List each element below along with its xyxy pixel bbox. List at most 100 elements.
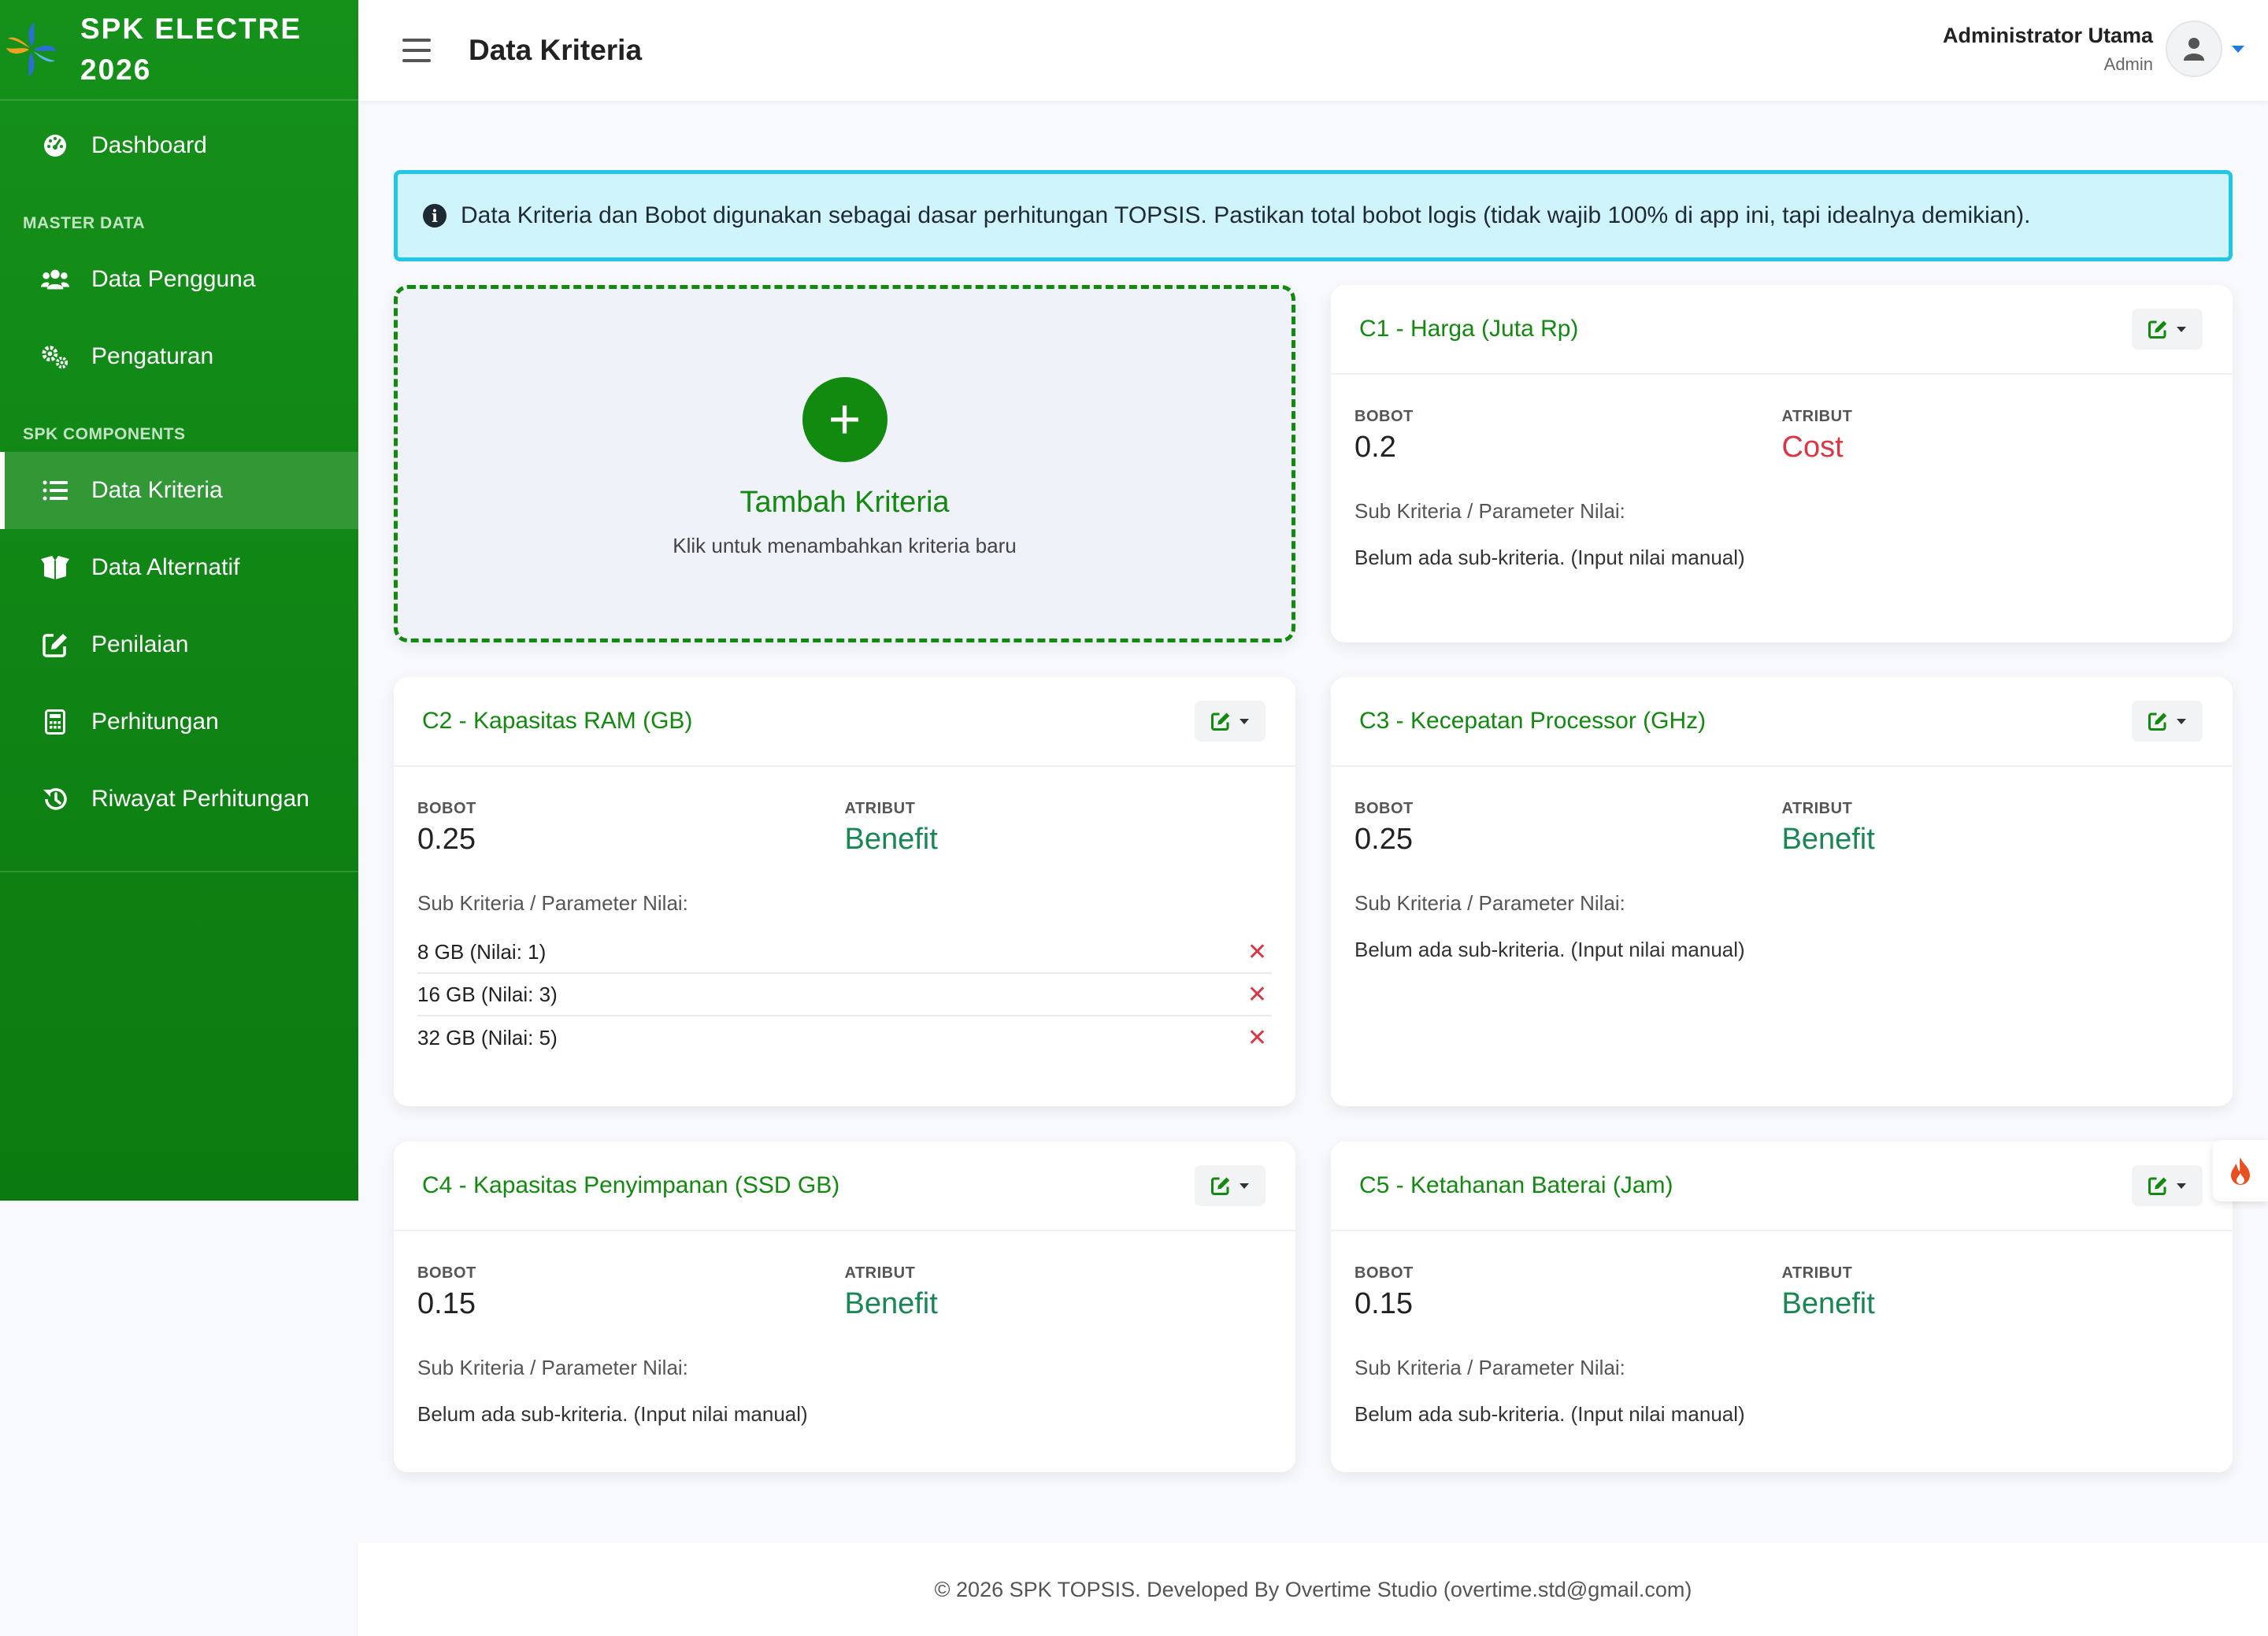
edit-icon: [1211, 1177, 1230, 1195]
history-icon: [41, 785, 69, 813]
atribut-value: Benefit: [1781, 1287, 1875, 1320]
sidebar-item-perhitungan[interactable]: Perhitungan: [0, 683, 358, 761]
bobot-label: BOBOT: [1354, 1264, 1414, 1282]
atribut-value: Cost: [1781, 431, 1844, 464]
sub-kriteria-list: 8 GB (Nilai: 1) ✕ 16 GB (Nilai: 3) ✕ 32 …: [417, 931, 1272, 1059]
sidebar-item-riwayat-perhitungan[interactable]: Riwayat Perhitungan: [0, 761, 358, 838]
list-item: 8 GB (Nilai: 1) ✕: [417, 931, 1272, 974]
kriteria-card-c5: C5 - Ketahanan Baterai (Jam) BOBOT 0.15 …: [1331, 1142, 2233, 1472]
sidebar-item-label: Data Pengguna: [91, 266, 256, 292]
gauge-icon: [41, 131, 69, 160]
sub-kriteria-label: Sub Kriteria / Parameter Nilai:: [1354, 499, 1625, 523]
sidebar-item-label: Riwayat Perhitungan: [91, 786, 309, 812]
edit-icon: [2148, 713, 2167, 731]
sub-kriteria-empty: Belum ada sub-kriteria. (Input nilai man…: [417, 1402, 808, 1426]
sidebar-item-label: Data Alternatif: [91, 554, 240, 580]
edit-dropdown-button[interactable]: [2132, 701, 2203, 742]
kriteria-title: C3 - Kecepatan Processor (GHz): [1359, 708, 1707, 734]
users-icon: [41, 265, 69, 294]
sub-kriteria-label: Sub Kriteria / Parameter Nilai:: [417, 891, 688, 915]
list-item: 32 GB (Nilai: 5) ✕: [417, 1016, 1272, 1059]
hamburger-menu-icon[interactable]: [402, 39, 431, 62]
atribut-value: Benefit: [844, 823, 938, 856]
fire-icon: [2231, 1157, 2250, 1185]
sub-kriteria-text: 16 GB (Nilai: 3): [417, 982, 558, 1006]
sub-kriteria-text: 8 GB (Nilai: 1): [417, 939, 547, 964]
delete-icon[interactable]: ✕: [1247, 1024, 1272, 1052]
atribut-label: ATRIBUT: [844, 800, 916, 817]
plus-icon: +: [802, 377, 888, 462]
footer: © 2026 SPK TOPSIS. Developed By Overtime…: [358, 1543, 2268, 1636]
sub-kriteria-label: Sub Kriteria / Parameter Nilai:: [1354, 1356, 1625, 1379]
brand-name: SPK ELECTRE: [80, 13, 302, 45]
sidebar-item-label: Penilaian: [91, 631, 189, 657]
brand[interactable]: SPK ELECTRE 2026: [0, 0, 358, 101]
bobot-value: 0.25: [417, 823, 476, 856]
sidebar-item-data-pengguna[interactable]: Data Pengguna: [0, 241, 358, 318]
edit-dropdown-button[interactable]: [1195, 1165, 1266, 1206]
page-title: Data Kriteria: [469, 34, 643, 66]
edit-icon: [2148, 320, 2167, 339]
debug-toolbar-tab[interactable]: [2213, 1140, 2268, 1201]
alert-text: Data Kriteria dan Bobot digunakan sebaga…: [461, 202, 2031, 228]
chevron-down-icon: [2177, 1183, 2186, 1189]
atribut-label: ATRIBUT: [1781, 1264, 1853, 1282]
section-heading-master: MASTER DATA: [23, 214, 146, 232]
bobot-label: BOBOT: [1354, 800, 1414, 817]
chevron-down-icon: [2177, 718, 2186, 724]
atribut-value: Benefit: [844, 1287, 938, 1320]
user-icon: [2184, 38, 2204, 61]
atribut-label: ATRIBUT: [1781, 408, 1853, 425]
sidebar-item-data-alternatif[interactable]: Data Alternatif: [0, 529, 358, 606]
kriteria-title: C5 - Ketahanan Baterai (Jam): [1359, 1172, 1673, 1198]
edit-dropdown-button[interactable]: [2132, 1165, 2203, 1206]
bobot-label: BOBOT: [417, 1264, 476, 1282]
user-name: Administrator Utama: [1942, 23, 2153, 47]
chevron-down-icon: [1240, 1183, 1249, 1189]
sidebar-item-data-kriteria[interactable]: Data Kriteria: [0, 452, 358, 529]
edit-dropdown-button[interactable]: [2132, 309, 2203, 350]
footer-text: © 2026 SPK TOPSIS. Developed By Overtime…: [934, 1577, 1692, 1601]
kriteria-title: C4 - Kapasitas Penyimpanan (SSD GB): [422, 1172, 840, 1198]
user-menu[interactable]: Administrator Utama Admin: [1943, 20, 2244, 77]
sidebar-item-penilaian[interactable]: Penilaian: [0, 606, 358, 683]
add-kriteria-title: Tambah Kriteria: [739, 486, 950, 519]
chevron-down-icon: [1240, 718, 1249, 724]
sub-kriteria-empty: Belum ada sub-kriteria. (Input nilai man…: [1354, 1402, 1745, 1426]
sidebar-divider: [0, 871, 358, 872]
sub-kriteria-label: Sub Kriteria / Parameter Nilai:: [417, 1356, 688, 1379]
bobot-label: BOBOT: [417, 800, 476, 817]
delete-icon[interactable]: ✕: [1247, 981, 1272, 1009]
atribut-value: Benefit: [1781, 823, 1875, 856]
list-icon: [41, 476, 69, 505]
sub-kriteria-text: 32 GB (Nilai: 5): [417, 1025, 558, 1049]
sidebar: SPK ELECTRE 2026 Dashboard MASTER DATA D…: [0, 0, 358, 1201]
add-kriteria-subtitle: Klik untuk menambahkan kriteria baru: [673, 534, 1017, 557]
edit-icon: [1211, 713, 1230, 731]
chevron-down-icon[interactable]: [2232, 45, 2244, 53]
edit-dropdown-button[interactable]: [1195, 701, 1266, 742]
sidebar-item-dashboard[interactable]: Dashboard: [0, 107, 358, 184]
bobot-value: 0.15: [1354, 1287, 1413, 1320]
delete-icon[interactable]: ✕: [1247, 938, 1272, 966]
add-kriteria-card[interactable]: + Tambah Kriteria Klik untuk menambahkan…: [394, 285, 1295, 642]
brand-year: 2026: [80, 54, 152, 86]
bobot-value: 0.2: [1354, 431, 1396, 464]
sub-kriteria-label: Sub Kriteria / Parameter Nilai:: [1354, 891, 1625, 915]
kriteria-card-c4: C4 - Kapasitas Penyimpanan (SSD GB) BOBO…: [394, 1142, 1295, 1472]
box-open-icon: [41, 553, 69, 582]
sub-kriteria-empty: Belum ada sub-kriteria. (Input nilai man…: [1354, 546, 1745, 569]
bobot-value: 0.15: [417, 1287, 476, 1320]
section-heading-spk: SPK COMPONENTS: [23, 425, 186, 443]
avatar[interactable]: [2166, 20, 2222, 77]
bobot-value: 0.25: [1354, 823, 1413, 856]
info-circle-icon: i: [423, 204, 447, 228]
edit-icon: [41, 631, 69, 659]
sidebar-item-pengaturan[interactable]: Pengaturan: [0, 318, 358, 395]
gears-icon: [41, 342, 69, 371]
edit-icon: [2148, 1177, 2167, 1195]
kriteria-title: C1 - Harga (Juta Rp): [1359, 316, 1579, 342]
brand-logo-icon: [6, 23, 57, 76]
info-alert: i Data Kriteria dan Bobot digunakan seba…: [394, 170, 2233, 261]
kriteria-title: C2 - Kapasitas RAM (GB): [422, 708, 693, 734]
